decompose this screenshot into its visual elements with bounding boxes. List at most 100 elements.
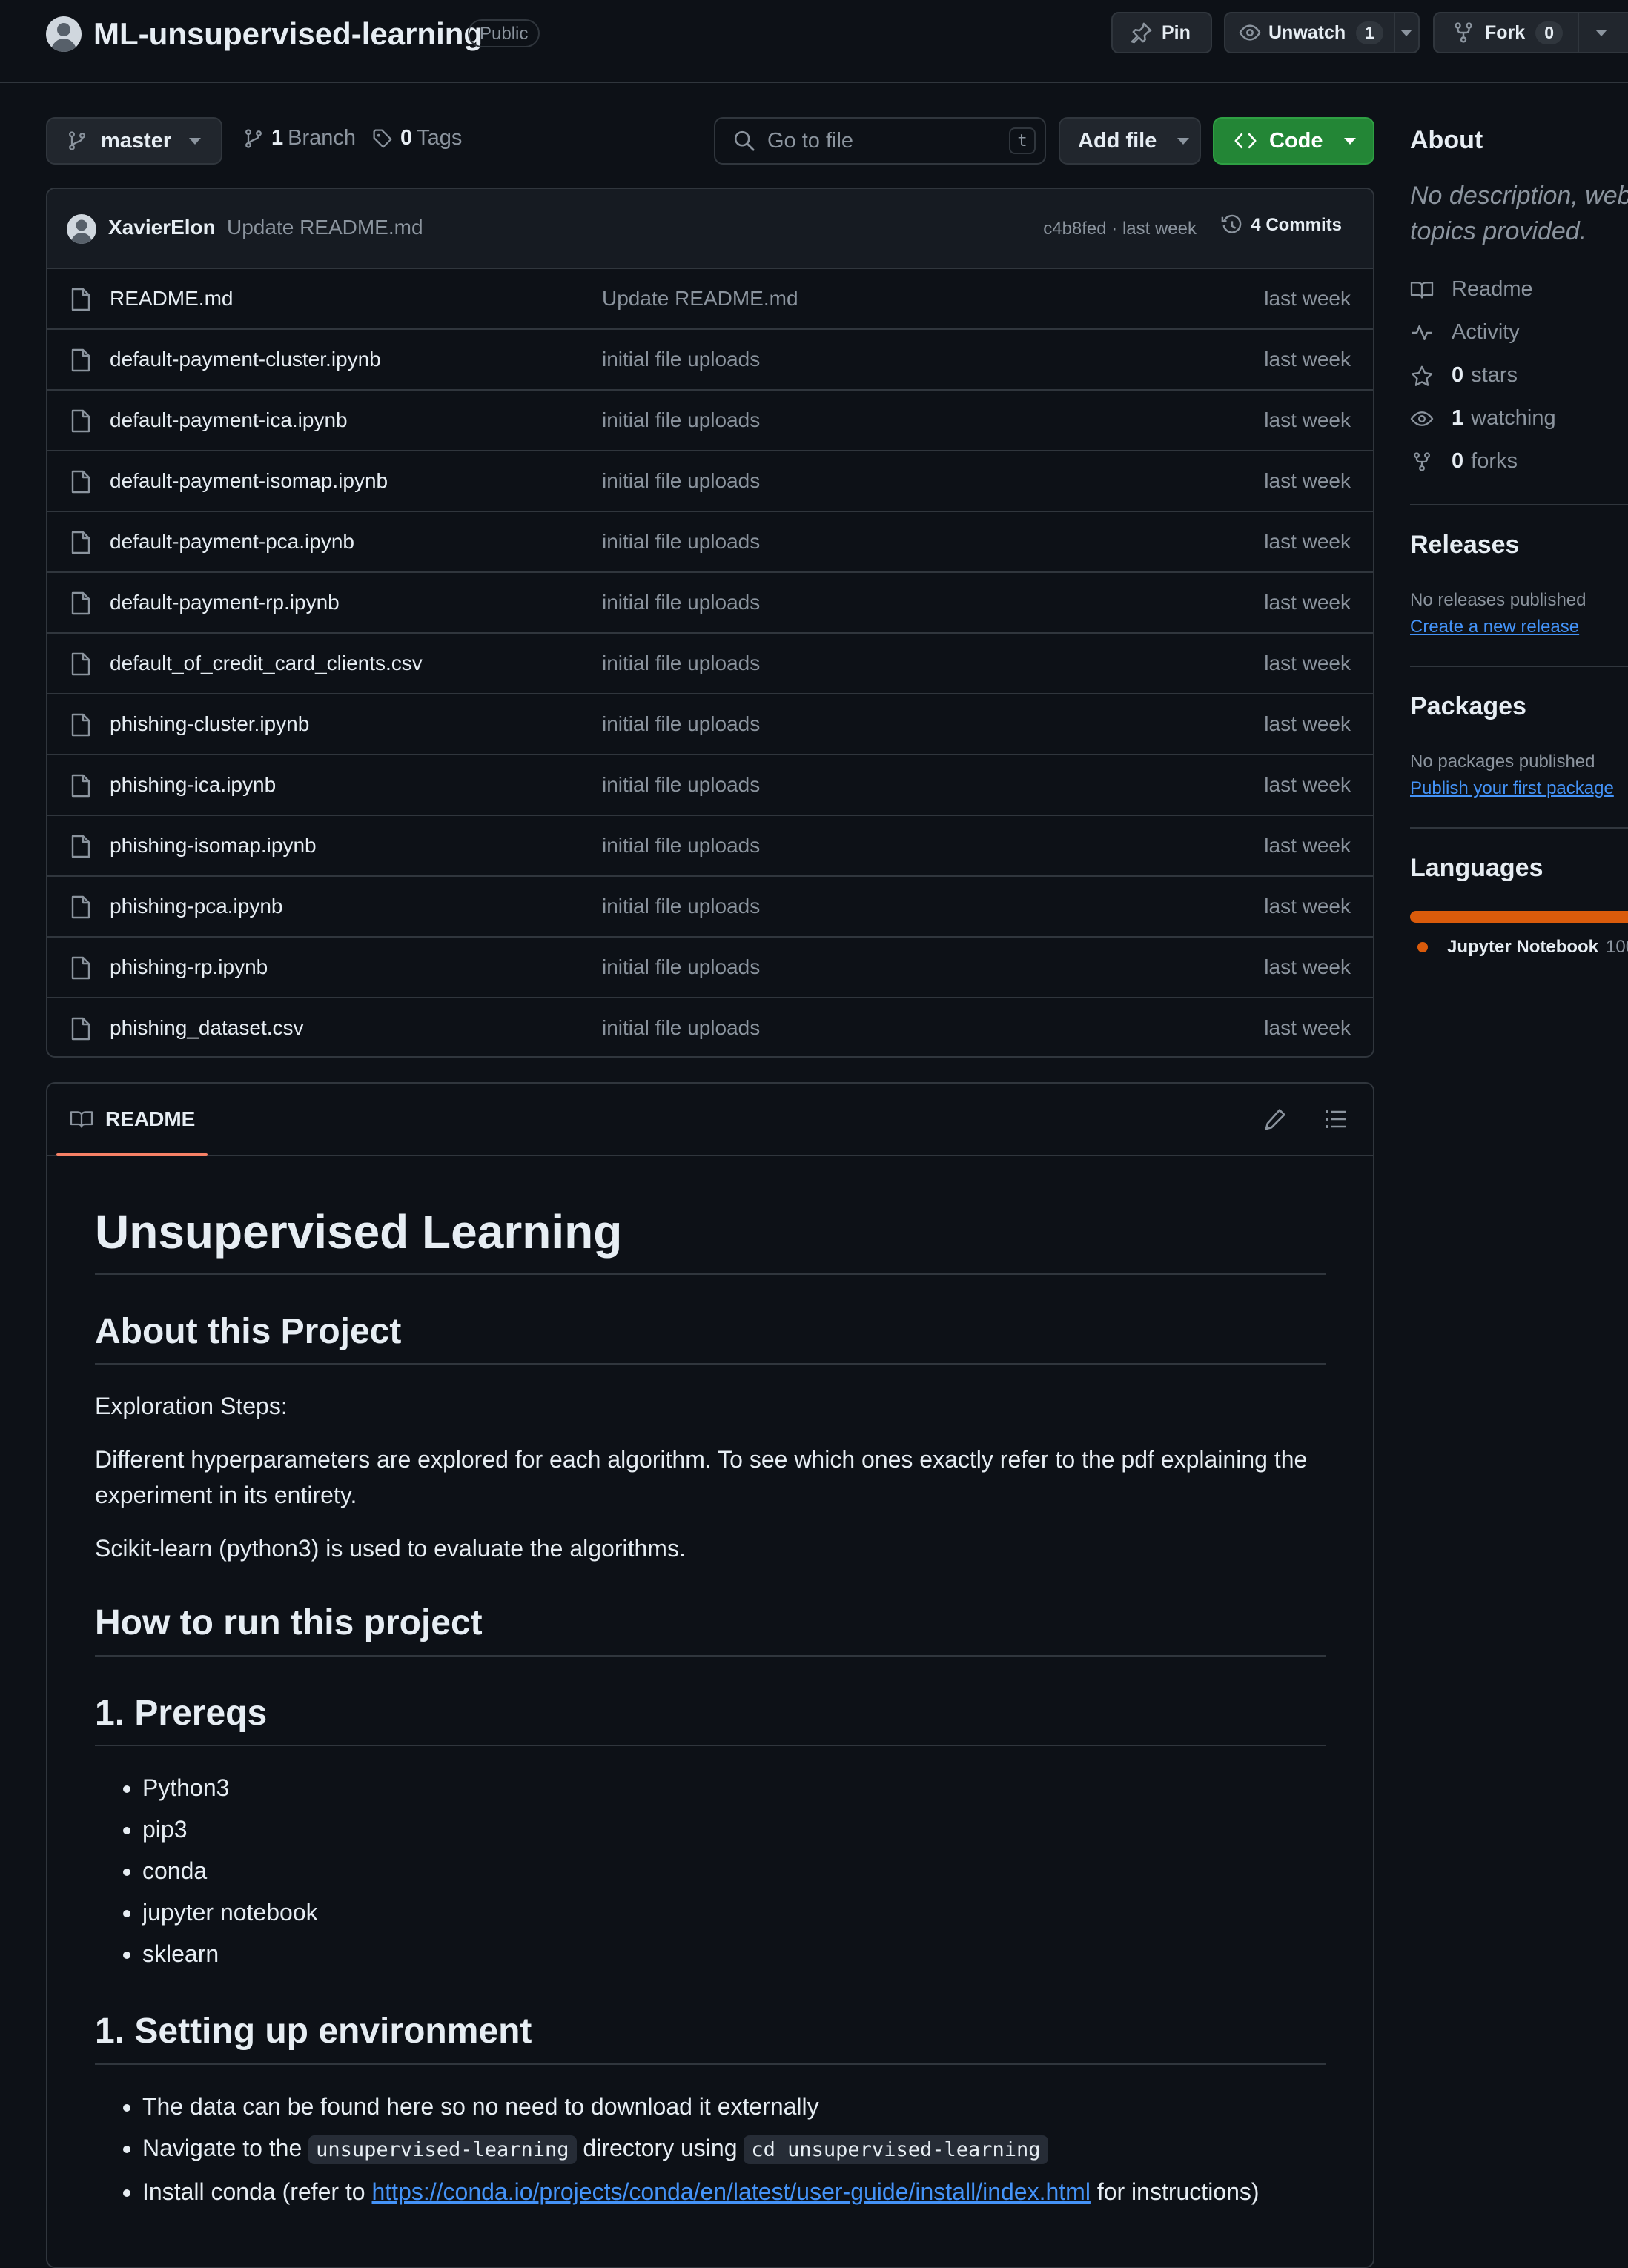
file-commit-message[interactable]: initial file uploads: [602, 773, 760, 797]
file-name[interactable]: phishing_dataset.csv: [110, 1016, 304, 1040]
file-name[interactable]: phishing-cluster.ipynb: [110, 712, 309, 736]
table-row[interactable]: default-payment-isomap.ipynb initial file…: [47, 451, 1373, 512]
branch-label: Branch: [288, 126, 357, 150]
table-row[interactable]: phishing-pca.ipynb initial file uploads la…: [47, 877, 1373, 938]
commit-message[interactable]: Update README.md: [227, 216, 423, 239]
table-row[interactable]: phishing-ica.ipynb initial file uploads la…: [47, 755, 1373, 816]
repo-name[interactable]: ML-unsupervised-learning: [93, 15, 483, 53]
file-icon: [70, 348, 92, 372]
table-row[interactable]: phishing-cluster.ipynb initial file uploa…: [47, 694, 1373, 755]
watchers-link[interactable]: 1 watching: [1410, 406, 1556, 431]
table-row[interactable]: default-payment-cluster.ipynb initial fil…: [47, 330, 1373, 391]
file-commit-message[interactable]: initial file uploads: [602, 591, 760, 614]
table-row[interactable]: phishing_dataset.csv initial file uploads…: [47, 998, 1373, 1056]
file-icon: [70, 288, 92, 311]
commit-author-avatar[interactable]: [67, 214, 96, 244]
sidebar-divider: [1410, 504, 1628, 505]
forks-link[interactable]: 0 forks: [1410, 449, 1518, 474]
file-name[interactable]: default-payment-isomap.ipynb: [110, 469, 388, 493]
branch-icon: [243, 128, 264, 149]
language-percent: 100.0%: [1606, 937, 1628, 957]
file-browser: XavierElon Update README.md c4b8fed · la…: [46, 188, 1374, 1058]
readme-tab[interactable]: README: [70, 1084, 195, 1155]
file-icon: [70, 713, 92, 737]
watching-label: watching: [1471, 406, 1556, 430]
star-icon: [1410, 365, 1452, 386]
table-row[interactable]: README.md Update README.md last week: [47, 269, 1373, 330]
sidebar-divider: [1410, 666, 1628, 667]
file-name[interactable]: phishing-ica.ipynb: [110, 773, 276, 797]
file-name[interactable]: default-payment-pca.ipynb: [110, 530, 354, 554]
file-name[interactable]: default_of_credit_card_clients.csv: [110, 651, 423, 675]
code-icon: [1234, 130, 1257, 151]
tags-link[interactable]: 0 Tags: [372, 126, 462, 150]
stars-link[interactable]: 0 stars: [1410, 363, 1518, 388]
file-name[interactable]: phishing-pca.ipynb: [110, 895, 283, 918]
setup-heading: 1. Setting up environment: [95, 2010, 1326, 2065]
file-name[interactable]: default-payment-ica.ipynb: [110, 408, 348, 432]
readme-link[interactable]: Readme: [1410, 277, 1533, 302]
file-name[interactable]: default-payment-cluster.ipynb: [110, 348, 381, 371]
file-name[interactable]: phishing-rp.ipynb: [110, 955, 268, 979]
file-name[interactable]: phishing-isomap.ipynb: [110, 834, 317, 858]
file-commit-message[interactable]: initial file uploads: [602, 955, 760, 979]
file-commit-date: last week: [1264, 348, 1351, 371]
add-file-button[interactable]: Add file: [1059, 117, 1201, 165]
file-commit-message[interactable]: initial file uploads: [602, 469, 760, 493]
table-row[interactable]: default-payment-ica.ipynb initial file up…: [47, 391, 1373, 451]
branches-link[interactable]: 1 Branch: [243, 126, 356, 150]
pin-label: Pin: [1162, 21, 1191, 43]
fork-icon: [1410, 451, 1452, 472]
commits-history-link[interactable]: 4 Commits: [1221, 214, 1342, 236]
packages-heading[interactable]: Packages: [1410, 692, 1526, 721]
go-to-file-search[interactable]: Go to file t: [714, 117, 1046, 165]
file-name[interactable]: README.md: [110, 287, 233, 311]
list-item: Install conda (refer to https://conda.io…: [142, 2171, 1326, 2212]
outline-button[interactable]: [1324, 1107, 1348, 1131]
activity-link[interactable]: Activity: [1410, 320, 1520, 345]
file-commit-message[interactable]: initial file uploads: [602, 408, 760, 432]
file-commit-message[interactable]: initial file uploads: [602, 895, 760, 918]
file-commit-message[interactable]: initial file uploads: [602, 651, 760, 675]
add-file-label: Add file: [1078, 128, 1157, 153]
table-row[interactable]: default_of_credit_card_clients.csv initia…: [47, 634, 1373, 694]
publish-package-link[interactable]: Publish your first package: [1410, 778, 1614, 799]
branch-selector[interactable]: master: [46, 117, 222, 165]
branch-count: 1: [271, 126, 284, 150]
file-commit-date: last week: [1264, 651, 1351, 674]
tag-icon: [372, 128, 393, 149]
list-item: The data can be found here so no need to…: [142, 2086, 1326, 2127]
readme-tab-underline: [56, 1153, 208, 1156]
owner-avatar[interactable]: [46, 16, 82, 52]
table-row[interactable]: default-payment-rp.ipynb initial file upl…: [47, 573, 1373, 634]
file-commit-message[interactable]: initial file uploads: [602, 348, 760, 371]
pencil-icon: [1263, 1107, 1287, 1131]
file-commit-message[interactable]: initial file uploads: [602, 834, 760, 858]
file-commit-message[interactable]: initial file uploads: [602, 712, 760, 736]
commit-hash-time[interactable]: c4b8fed · last week: [1043, 219, 1197, 239]
file-commit-date: last week: [1264, 712, 1351, 735]
watch-label: Unwatch: [1268, 21, 1346, 43]
table-row[interactable]: phishing-isomap.ipynb initial file upload…: [47, 816, 1373, 877]
releases-heading[interactable]: Releases: [1410, 531, 1519, 560]
file-commit-date: last week: [1264, 1016, 1351, 1039]
commit-author[interactable]: XavierElon: [108, 216, 216, 239]
code-button[interactable]: Code: [1213, 117, 1374, 165]
branch-icon: [67, 130, 87, 151]
file-icon: [70, 835, 92, 858]
file-commit-message[interactable]: initial file uploads: [602, 530, 760, 554]
language-item[interactable]: Jupyter Notebook 100.0%: [1417, 937, 1628, 958]
repo-description: No description, website, or topics provi…: [1410, 182, 1628, 245]
watch-button[interactable]: Unwatch 1: [1224, 12, 1420, 53]
file-commit-message[interactable]: initial file uploads: [602, 1016, 760, 1040]
table-row[interactable]: default-payment-pca.ipynb initial file up…: [47, 512, 1373, 573]
create-release-link[interactable]: Create a new release: [1410, 617, 1579, 637]
language-bar: [1410, 911, 1628, 923]
table-row[interactable]: phishing-rp.ipynb initial file uploads las…: [47, 938, 1373, 998]
conda-install-link[interactable]: https://conda.io/projects/conda/en/lates…: [371, 2178, 1090, 2205]
edit-readme-button[interactable]: [1263, 1107, 1287, 1131]
latest-commit-bar: XavierElon Update README.md c4b8fed · la…: [47, 189, 1373, 269]
file-commit-message[interactable]: Update README.md: [602, 287, 798, 311]
file-name[interactable]: default-payment-rp.ipynb: [110, 591, 340, 614]
pin-button[interactable]: Pin: [1111, 12, 1212, 53]
